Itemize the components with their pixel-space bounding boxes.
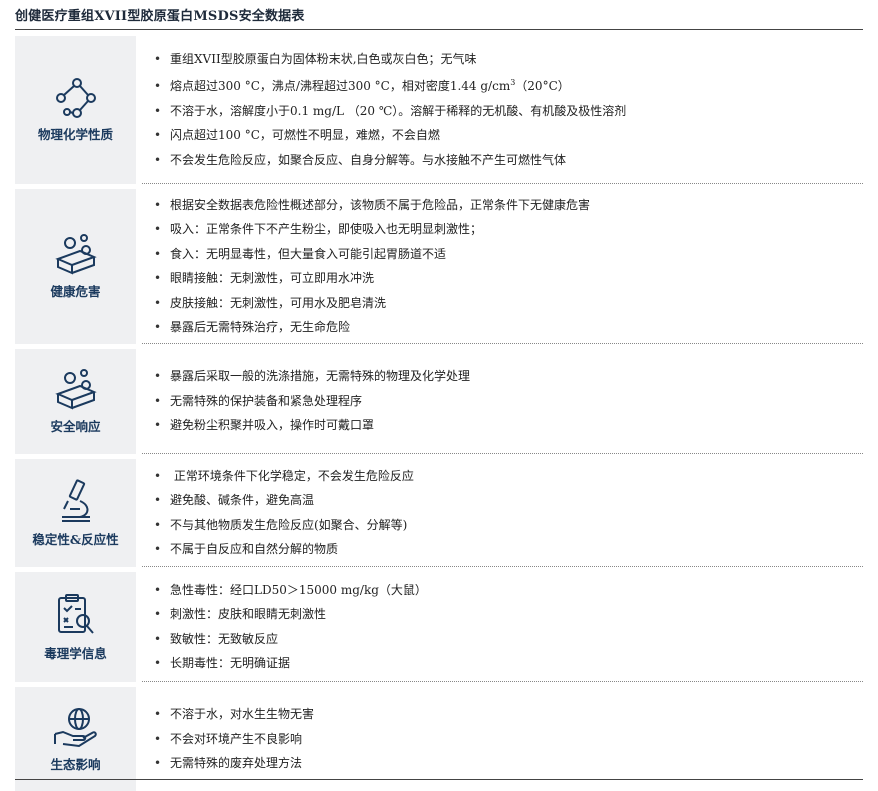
section-content: 急性毒性：经口LD50＞15000 mg/kg（大鼠） 刺激性：皮肤和眼睛无刺激… — [142, 572, 863, 682]
bullet-item: 不与其他物质发生危险反应(如聚合、分解等) — [154, 513, 863, 538]
section-content: 不溶于水，对水生生物无害 不会对环境产生不良影响 无需特殊的废弃处理方法 — [142, 687, 863, 791]
bullet-item: 急性毒性：经口LD50＞15000 mg/kg（大鼠） — [154, 578, 863, 603]
microscope-icon — [61, 478, 90, 522]
section-label-cell: 安全响应 — [15, 349, 136, 454]
bullet-item: 无需特殊的废弃处理方法 — [154, 751, 863, 776]
document-title: 创健医疗重组XVII型胶原蛋白MSDS安全数据表 — [15, 9, 305, 24]
section-safety-response: 安全响应 暴露后采取一般的洗涤措施，无需特殊的物理及化学处理 无需特殊的保护装备… — [15, 349, 863, 454]
soap-bubbles-icon — [54, 369, 97, 410]
clipboard-search-icon — [57, 593, 94, 634]
bullet-item: 避免酸、碱条件，避免高温 — [154, 488, 863, 513]
section-label-cell: 物理化学性质 — [15, 36, 136, 184]
section-label: 生态影响 — [50, 756, 101, 772]
section-ecology: 生态影响 不溶于水，对水生生物无害 不会对环境产生不良影响 无需特殊的废弃处理方… — [15, 687, 863, 791]
bullet-item: 暴露后无需特殊治疗，无生命危险 — [154, 315, 863, 340]
bullet-item: 闪点超过100 °C，可燃性不明显，难燃，不会自燃 — [154, 123, 863, 148]
bullet-item: 不溶于水，对水生生物无害 — [154, 702, 863, 727]
bottom-rule — [15, 779, 863, 780]
bullet-item: 不属于自反应和自然分解的物质 — [154, 537, 863, 562]
bullet-item: 不会发生危险反应，如聚合反应、自身分解等。与水接触不产生可燃性气体 — [154, 148, 863, 173]
section-content: 正常环境条件下化学稳定，不会发生危险反应 避免酸、碱条件，避免高温 不与其他物质… — [142, 459, 863, 567]
msds-sections: 物理化学性质 重组XVII型胶原蛋白为固体粉末状,白色或灰白色；无气味 熔点超过… — [15, 36, 863, 791]
section-label: 物理化学性质 — [37, 126, 113, 142]
bullet-item: 正常环境条件下化学稳定，不会发生危险反应 — [154, 464, 863, 489]
section-label: 安全响应 — [50, 419, 101, 434]
section-label: 稳定性&反应性 — [32, 531, 119, 547]
molecule-icon — [55, 77, 96, 118]
section-stability-reactivity: 稳定性&反应性 正常环境条件下化学稳定，不会发生危险反应 避免酸、碱条件，避免高… — [15, 459, 863, 567]
section-content: 根据安全数据表危险性概述部分，该物质不属于危险品，正常条件下无健康危害 吸入：正… — [142, 189, 863, 344]
section-label: 毒理学信息 — [44, 645, 107, 661]
top-rule — [15, 29, 863, 30]
bullet-item: 皮肤接触：无刺激性，可用水及肥皂清洗 — [154, 291, 863, 316]
section-content: 暴露后采取一般的洗涤措施，无需特殊的物理及化学处理 无需特殊的保护装备和紧急处理… — [142, 349, 863, 454]
soap-bubbles-icon — [54, 234, 97, 275]
bullet-item: 熔点超过300 °C，沸点/沸程超过300 °C，相对密度1.44 g/cm3（… — [154, 71, 863, 99]
bullet-item: 长期毒性：无明确证据 — [154, 651, 863, 676]
bullet-item: 重组XVII型胶原蛋白为固体粉末状,白色或灰白色；无气味 — [154, 47, 863, 72]
section-label-cell: 毒理学信息 — [15, 572, 136, 682]
bullet-item: 眼睛接触：无刺激性，可立即用水冲洗 — [154, 266, 863, 291]
bullet-item: 暴露后采取一般的洗涤措施，无需特殊的物理及化学处理 — [154, 364, 863, 389]
bullet-item: 避免粉尘积聚并吸入，操作时可戴口罩 — [154, 413, 863, 438]
bullet-item: 根据安全数据表危险性概述部分，该物质不属于危险品，正常条件下无健康危害 — [154, 193, 863, 218]
section-content: 重组XVII型胶原蛋白为固体粉末状,白色或灰白色；无气味 熔点超过300 °C，… — [142, 36, 863, 184]
hand-globe-icon — [53, 707, 97, 747]
section-label-cell: 稳定性&反应性 — [15, 459, 136, 567]
bullet-item: 刺激性：皮肤和眼睛无刺激性 — [154, 602, 863, 627]
bullet-item: 吸入：正常条件下不产生粉尘，即使吸入也无明显刺激性； — [154, 217, 863, 242]
section-label: 健康危害 — [50, 284, 101, 299]
section-label-cell: 生态影响 — [15, 687, 136, 791]
bullet-item: 食入：无明显毒性，但大量食入可能引起胃肠道不适 — [154, 242, 863, 267]
section-label-cell: 健康危害 — [15, 189, 136, 344]
section-physical-chemical: 物理化学性质 重组XVII型胶原蛋白为固体粉末状,白色或灰白色；无气味 熔点超过… — [15, 36, 863, 184]
section-toxicology: 毒理学信息 急性毒性：经口LD50＞15000 mg/kg（大鼠） 刺激性：皮肤… — [15, 572, 863, 682]
section-health-hazard: 健康危害 根据安全数据表危险性概述部分，该物质不属于危险品，正常条件下无健康危害… — [15, 189, 863, 344]
bullet-item: 不会对环境产生不良影响 — [154, 727, 863, 752]
bullet-item: 不溶于水，溶解度小于0.1 mg/L （20 ℃）。溶解于稀释的无机酸、有机酸及… — [154, 99, 863, 124]
bullet-item: 无需特殊的保护装备和紧急处理程序 — [154, 389, 863, 414]
bullet-item: 致敏性：无致敏反应 — [154, 627, 863, 652]
